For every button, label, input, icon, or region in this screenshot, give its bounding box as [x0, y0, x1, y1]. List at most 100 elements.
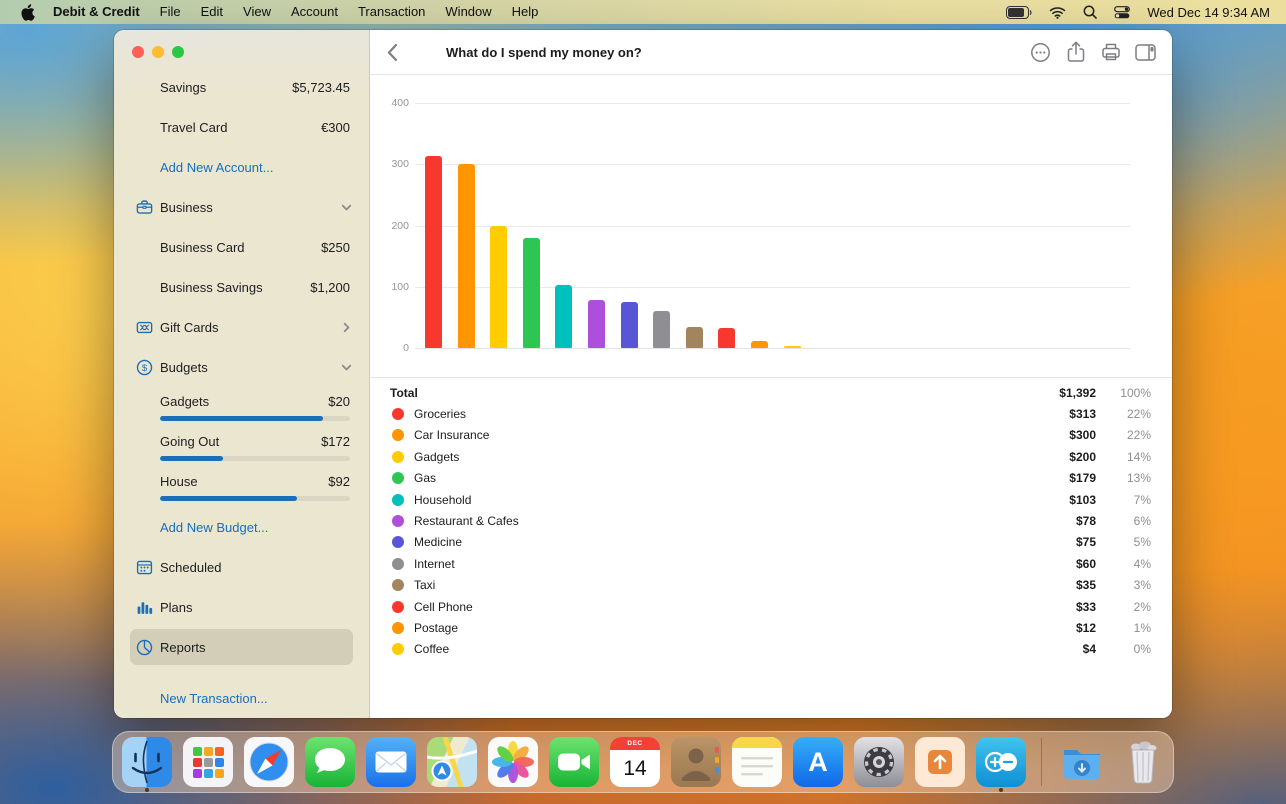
dock-icon-trash[interactable]	[1118, 731, 1168, 793]
share-icon[interactable]	[1065, 42, 1086, 63]
category-percent: 100%	[1101, 386, 1151, 400]
sidebar-item-business-card[interactable]: Business Card$250	[114, 227, 369, 267]
sidebar-item-reports[interactable]: Reports	[114, 627, 369, 667]
category-percent: 22%	[1101, 428, 1151, 442]
dock-icon-mail[interactable]	[366, 731, 416, 793]
menu-clock[interactable]: Wed Dec 14 9:34 AM	[1147, 5, 1270, 20]
dock-icon-testflight[interactable]	[915, 731, 965, 793]
dock-icon-downloads[interactable]	[1057, 731, 1107, 793]
dock-icon-app-store[interactable]: A	[793, 731, 843, 793]
dock-icon-system-settings[interactable]	[854, 731, 904, 793]
dock-icon-launchpad[interactable]	[183, 731, 233, 793]
menu-item-window[interactable]: Window	[435, 0, 501, 24]
search-icon[interactable]	[1083, 5, 1097, 19]
running-indicator	[145, 788, 149, 792]
minimize-button[interactable]	[152, 46, 164, 58]
apple-menu-icon[interactable]	[20, 4, 35, 21]
wifi-icon[interactable]	[1049, 6, 1066, 19]
account-balance: €300	[321, 120, 350, 135]
legend-row-gas: Gas$17913%	[390, 468, 1151, 489]
dock-icon-contacts[interactable]	[671, 731, 721, 793]
bar-restaurant-cafes	[588, 300, 605, 348]
menu-bar: Debit & CreditFileEditViewAccountTransac…	[0, 0, 1286, 24]
category-color-dot	[392, 558, 404, 570]
gridline-300	[415, 164, 1130, 165]
y-tick-label: 0	[377, 342, 409, 354]
menu-item-view[interactable]: View	[233, 0, 281, 24]
dock-icon-photos[interactable]	[488, 731, 538, 793]
category-label: Household	[414, 493, 1030, 507]
sidebar-item-going-out[interactable]: Going Out $172	[114, 427, 369, 467]
status-area: Wed Dec 14 9:34 AM	[1006, 5, 1286, 20]
category-color-dot	[392, 472, 404, 484]
sidebar-item-add-new-account[interactable]: Add New Account...	[114, 147, 369, 187]
category-label: Cell Phone	[414, 600, 1030, 614]
chevron-down-icon[interactable]	[340, 361, 353, 374]
category-label: Internet	[414, 557, 1030, 571]
dock-icon-messages[interactable]	[305, 731, 355, 793]
category-color-dot	[392, 579, 404, 591]
dock-icon-maps[interactable]	[427, 731, 477, 793]
category-percent: 1%	[1101, 621, 1151, 635]
sidebar-item-label: Business Savings	[160, 280, 263, 295]
menu-item-account[interactable]: Account	[281, 0, 348, 24]
budget-label: Going Out	[160, 434, 219, 449]
sidebar-item-label: Business Card	[160, 240, 245, 255]
category-label: Coffee	[414, 642, 1030, 656]
dock-icon-facetime[interactable]	[549, 731, 599, 793]
sidebar-item-label: Savings	[160, 80, 206, 95]
account-balance: $1,200	[310, 280, 350, 295]
menu-item-edit[interactable]: Edit	[191, 0, 233, 24]
close-button[interactable]	[132, 46, 144, 58]
chevron-right-icon[interactable]	[340, 321, 353, 334]
category-label: Restaurant & Cafes	[414, 514, 1030, 528]
bar-taxi	[686, 327, 703, 348]
sidebar-item-house[interactable]: House $92	[114, 467, 369, 507]
more-icon[interactable]	[1030, 42, 1051, 63]
menu-item-transaction[interactable]: Transaction	[348, 0, 435, 24]
category-color-dot	[392, 643, 404, 655]
sidebar-item-scheduled[interactable]: Scheduled	[114, 547, 369, 587]
sidebar-item-new-transaction[interactable]: New Transaction...	[114, 678, 369, 718]
category-color-dot	[392, 494, 404, 506]
menu-item-debit-credit[interactable]: Debit & Credit	[43, 0, 150, 24]
traffic-lights	[132, 46, 184, 58]
dock-icon-finder[interactable]	[122, 731, 172, 793]
bar-chart: 0100200300400	[370, 75, 1172, 377]
dock-icon-notes[interactable]	[732, 731, 782, 793]
sidebar-item-budgets[interactable]: $Budgets	[114, 347, 369, 387]
sidebar-item-business[interactable]: Business	[114, 187, 369, 227]
sidebar-item-add-new-budget[interactable]: Add New Budget...	[114, 507, 369, 547]
budget-amount: $172	[321, 434, 350, 449]
dock-icon-debit-credit[interactable]	[976, 731, 1026, 793]
sidebar: Savings$5,723.45Travel Card€300Add New A…	[114, 30, 370, 718]
legend-row-restaurant-cafes: Restaurant & Cafes$786%	[390, 510, 1151, 531]
category-percent: 3%	[1101, 578, 1151, 592]
menu-item-file[interactable]: File	[150, 0, 191, 24]
sidebar-item-label: Add New Budget...	[160, 520, 268, 535]
main-content: What do I spend my money on? 01002003004…	[370, 30, 1172, 718]
chevron-down-icon[interactable]	[340, 201, 353, 214]
print-icon[interactable]	[1100, 42, 1121, 63]
budget-amount: $92	[328, 474, 350, 489]
category-amount: $78	[1030, 514, 1096, 528]
sidebar-item-gadgets[interactable]: Gadgets$20	[114, 387, 369, 427]
sidebar-item-plans[interactable]: Plans	[114, 587, 369, 627]
dock-icon-safari[interactable]	[244, 731, 294, 793]
dock-icon-calendar[interactable]: DEC14	[610, 731, 660, 793]
control-center-icon[interactable]	[1114, 6, 1130, 19]
sidebar-item-travel-card[interactable]: Travel Card€300	[114, 107, 369, 147]
zoom-button[interactable]	[172, 46, 184, 58]
report-header: What do I spend my money on?	[370, 30, 1172, 75]
sidebar-item-savings[interactable]: Savings$5,723.45	[114, 67, 369, 107]
battery-icon[interactable]	[1006, 6, 1032, 19]
y-tick-label: 400	[377, 97, 409, 109]
sidebar-item-gift-cards[interactable]: Gift Cards	[114, 307, 369, 347]
back-button[interactable]	[386, 43, 398, 62]
category-amount: $35	[1030, 578, 1096, 592]
menu-item-help[interactable]: Help	[502, 0, 549, 24]
sidebar-item-business-savings[interactable]: Business Savings $1,200	[114, 267, 369, 307]
sidebar-toggle-icon[interactable]	[1135, 42, 1156, 63]
budget-amount: $20	[328, 394, 350, 409]
budget-label: House	[160, 474, 198, 489]
